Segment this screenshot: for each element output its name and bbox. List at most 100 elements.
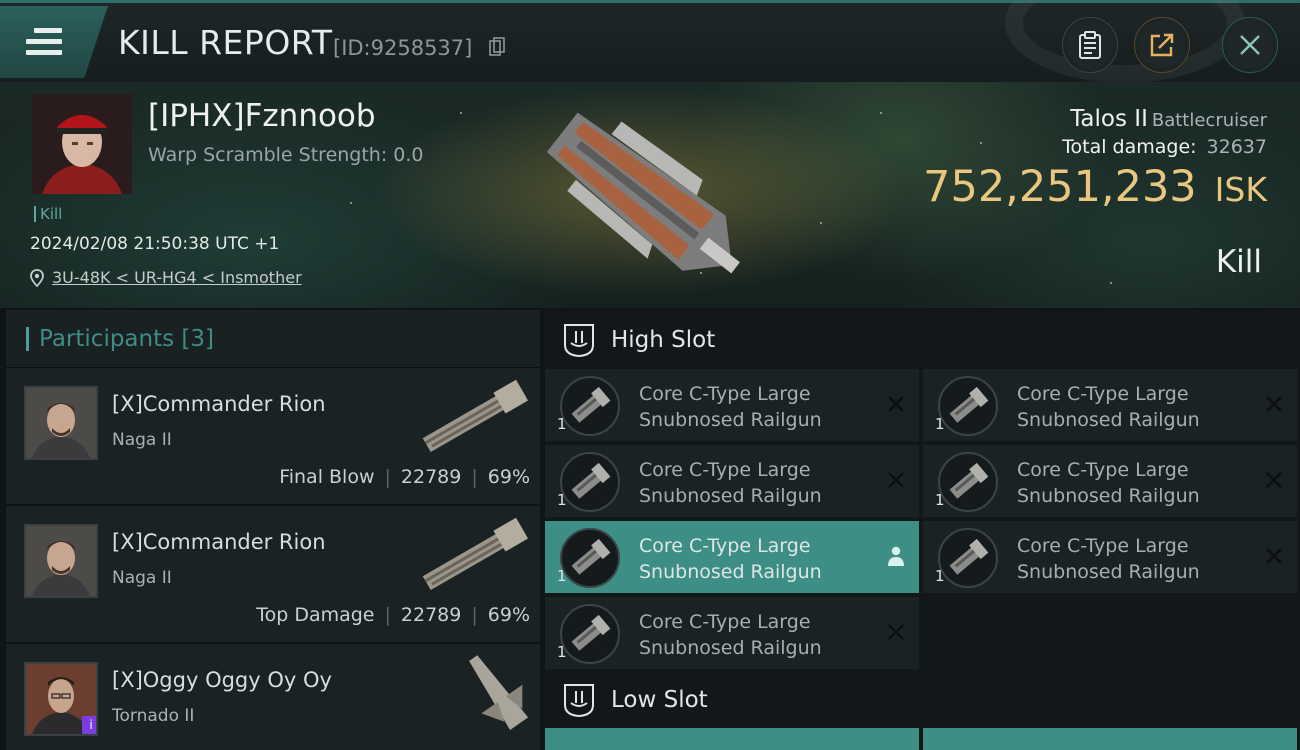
stats-separator: | (471, 604, 478, 626)
close-icon (1240, 35, 1260, 55)
low-slot-label: Low Slot (611, 687, 708, 713)
low-slot-module-item[interactable] (545, 728, 919, 750)
low-slot-module-item[interactable] (923, 728, 1297, 750)
kill-tag: Kill (34, 206, 62, 222)
location-text: 3U-48K < UR-HG4 < Insmother (52, 268, 302, 287)
module-name-line1: Core C-Type Large (639, 611, 811, 633)
module-name: Core C-Type Large Snubnosed Railgun (1017, 457, 1200, 509)
participant-avatar: i (24, 662, 98, 736)
participant-row[interactable]: [X]Commander Rion Naga II Final Blow | 2… (6, 368, 540, 506)
high-slot-icon (564, 324, 594, 357)
participants-panel: Participants [3] [X]Commander Rion Naga … (6, 310, 540, 750)
low-slot-header: Low Slot (545, 670, 1300, 730)
total-damage-value: 32637 (1206, 136, 1267, 158)
module-item[interactable]: 1 Core C-Type Large Snubnosed Railgun (545, 597, 919, 669)
module-quantity: 1 (557, 643, 567, 661)
report-id: [ID:9258537] (333, 36, 473, 60)
module-name-line2: Snubnosed Railgun (639, 637, 822, 659)
participant-avatar (24, 524, 98, 598)
info-badge-icon[interactable]: i (82, 716, 96, 734)
close-button[interactable] (1222, 17, 1278, 73)
participant-percent: 69% (487, 604, 530, 626)
participant-row[interactable]: i [X]Oggy Oggy Oy Oy Tornado II (6, 644, 540, 750)
stats-separator: | (471, 466, 478, 488)
module-name: Core C-Type Large Snubnosed Railgun (639, 533, 822, 585)
module-item[interactable]: 1 Core C-Type Large Snubnosed Railgun (545, 521, 919, 593)
module-name-line1: Core C-Type Large (639, 459, 811, 481)
participant-ship: Tornado II (112, 706, 195, 726)
participant-role: Top Damage (256, 604, 375, 626)
module-item[interactable]: 1 Core C-Type Large Snubnosed Railgun (923, 445, 1297, 517)
menu-button[interactable] (0, 6, 108, 78)
module-name-line2: Snubnosed Railgun (639, 485, 822, 507)
dropped-person-icon (888, 546, 904, 566)
module-quantity: 1 (557, 415, 567, 433)
participant-name[interactable]: [X]Commander Rion (112, 392, 326, 416)
participant-ship: Naga II (112, 430, 172, 450)
stats-separator: | (384, 466, 391, 488)
low-slot-icon (564, 684, 594, 717)
participant-damage: 22789 (400, 604, 462, 626)
module-name-line2: Snubnosed Railgun (639, 409, 822, 431)
page-title: KILL REPORT (118, 23, 333, 62)
railgun-icon (560, 528, 620, 588)
module-name-line2: Snubnosed Railgun (1017, 409, 1200, 431)
module-name-line2: Snubnosed Railgun (1017, 485, 1200, 507)
victim-name[interactable]: [IPHX]Fznnoob (148, 98, 376, 134)
kill-location-link[interactable]: 3U-48K < UR-HG4 < Insmother (30, 268, 302, 287)
clipboard-button[interactable] (1062, 17, 1118, 73)
participant-ship-image (422, 517, 528, 591)
location-pin-icon (30, 268, 44, 287)
module-item[interactable]: 1 Core C-Type Large Snubnosed Railgun (923, 521, 1297, 593)
participant-portrait (26, 388, 96, 458)
module-quantity: 1 (935, 491, 945, 509)
victim-ship-image[interactable] (520, 92, 770, 302)
kill-result: Kill (1215, 244, 1262, 280)
kill-datetime: 2024/02/08 21:50:38 UTC +1 (30, 234, 280, 254)
victim-ship-name[interactable]: Talos II (1070, 106, 1148, 132)
high-slot-header: High Slot (545, 310, 1300, 370)
module-item[interactable]: 1 Core C-Type Large Snubnosed Railgun (923, 369, 1297, 441)
participant-row[interactable]: [X]Commander Rion Naga II Top Damage | 2… (6, 506, 540, 644)
participant-ship: Naga II (112, 568, 172, 588)
participants-header: Participants [3] (6, 310, 540, 368)
railgun-icon (938, 528, 998, 588)
copy-icon[interactable] (489, 37, 505, 57)
participant-damage: 22789 (400, 466, 462, 488)
participant-stats: Top Damage | 22789 | 69% (256, 604, 530, 626)
module-item[interactable]: 1 Core C-Type Large Snubnosed Railgun (545, 369, 919, 441)
railgun-icon (560, 452, 620, 512)
module-name-line1: Core C-Type Large (1017, 535, 1189, 557)
isk-value: 752,251,233 (923, 162, 1197, 212)
module-quantity: 1 (557, 491, 567, 509)
module-name-line1: Core C-Type Large (639, 383, 811, 405)
module-item[interactable]: 1 Core C-Type Large Snubnosed Railgun (545, 445, 919, 517)
module-name: Core C-Type Large Snubnosed Railgun (639, 457, 822, 509)
victim-portrait[interactable] (32, 94, 132, 194)
victim-ship-info: Talos II Battlecruiser Total damage: 32637… (923, 106, 1267, 212)
participant-percent: 69% (487, 466, 530, 488)
clipboard-icon (1079, 31, 1101, 59)
destroyed-icon (888, 624, 904, 640)
participant-portrait (26, 526, 96, 596)
participant-stats: Final Blow | 22789 | 69% (279, 466, 530, 488)
destroyed-icon (1266, 472, 1282, 488)
header-accent-bar (26, 326, 29, 351)
victim-avatar (32, 94, 132, 194)
destroyed-icon (888, 396, 904, 412)
module-name-line2: Snubnosed Railgun (1017, 561, 1200, 583)
module-name-line1: Core C-Type Large (639, 535, 811, 557)
module-quantity: 1 (935, 567, 945, 585)
stats-separator: | (384, 604, 391, 626)
destroyed-icon (1266, 396, 1282, 412)
fitting-panel: High Slot 1 Core C-Type Large Snubnosed … (545, 310, 1300, 750)
railgun-icon (938, 452, 998, 512)
railgun-icon (560, 604, 620, 664)
participant-role: Final Blow (279, 466, 375, 488)
railgun-icon (938, 376, 998, 436)
victim-banner: [IPHX]Fznnoob Warp Scramble Strength: 0.… (0, 82, 1300, 308)
share-button[interactable] (1134, 17, 1190, 73)
participant-name[interactable]: [X]Commander Rion (112, 530, 326, 554)
participant-name[interactable]: [X]Oggy Oggy Oy Oy (112, 668, 332, 692)
module-name-line1: Core C-Type Large (1017, 383, 1189, 405)
